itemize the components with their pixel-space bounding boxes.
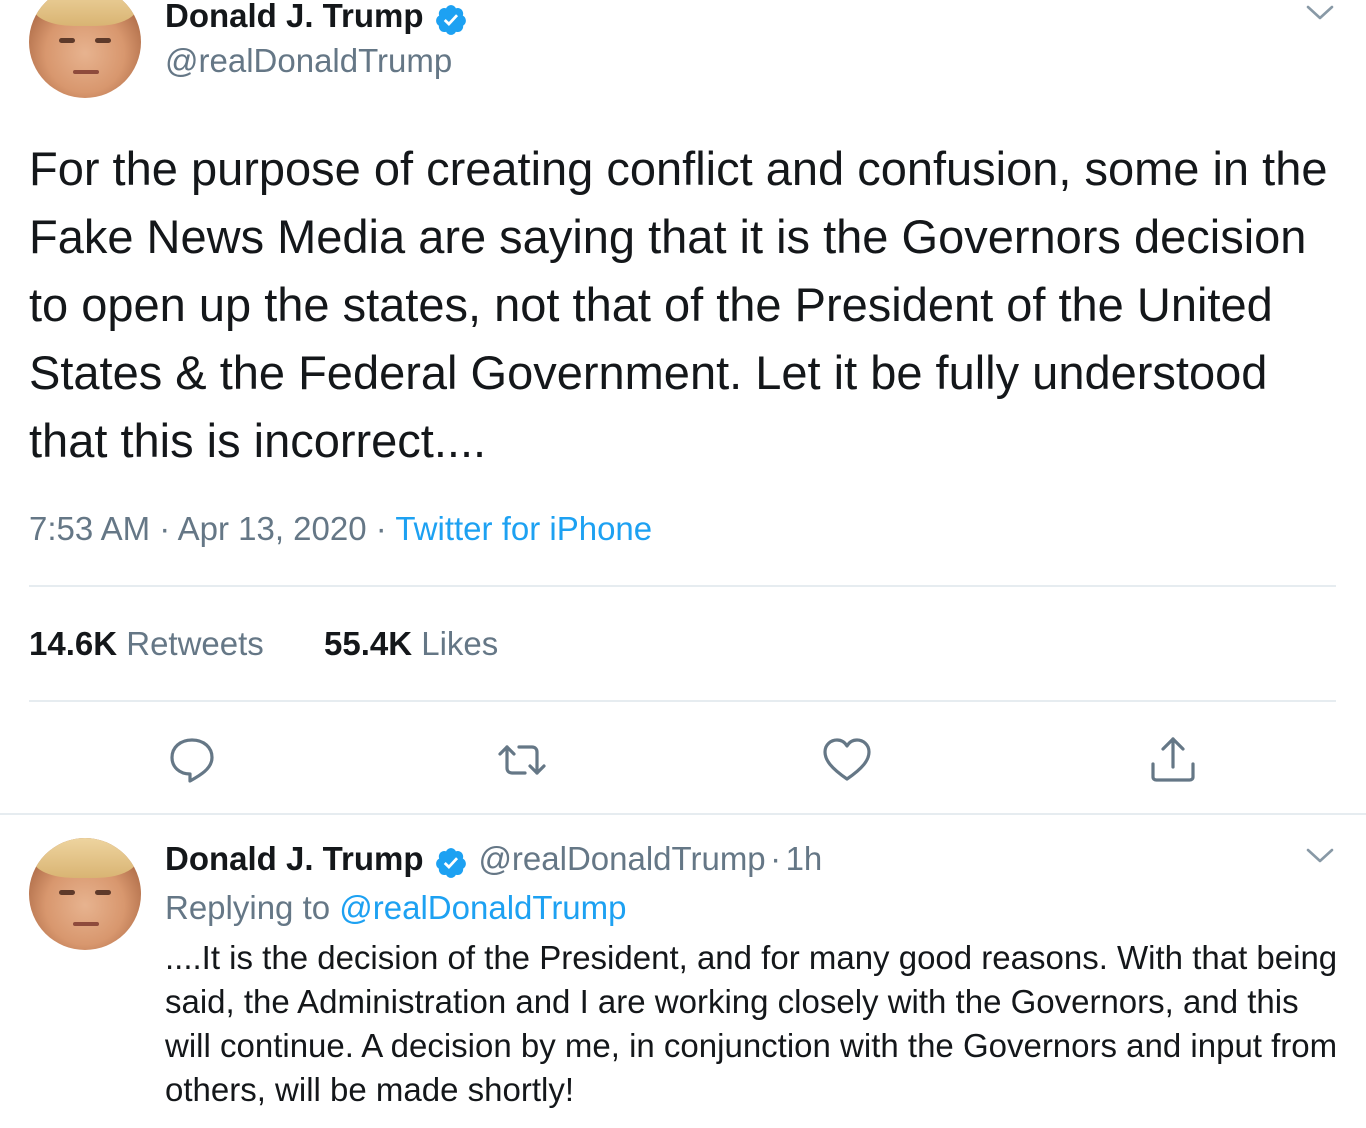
replying-to-prefix: Replying to [165, 889, 331, 926]
divider [29, 585, 1336, 587]
tweet-date[interactable]: Apr 13, 2020 [178, 510, 367, 547]
author-handle[interactable]: @realDonaldTrump [165, 42, 452, 80]
avatar-eye-left [59, 38, 75, 43]
likes-stat[interactable]: 55.4K Likes [324, 625, 498, 663]
retweets-label: Retweets [126, 625, 264, 662]
avatar[interactable] [29, 0, 141, 98]
reply-icon[interactable] [166, 734, 218, 786]
avatar-eye-left [59, 890, 75, 895]
avatar-mouth [73, 70, 99, 74]
meta-separator: · [159, 510, 171, 547]
likes-count: 55.4K [324, 625, 413, 662]
chevron-down-icon[interactable] [1305, 846, 1335, 866]
reply-time[interactable]: 1h [786, 840, 823, 877]
tweet-source-link[interactable]: Twitter for iPhone [395, 510, 652, 547]
chevron-down-icon[interactable] [1305, 3, 1335, 23]
author-name[interactable]: Donald J. Trump [165, 0, 424, 34]
reply-header: Donald J. Trump @realDonaldTrump · 1h [165, 840, 822, 880]
author-name-row[interactable]: Donald J. Trump [165, 0, 468, 37]
likes-label: Likes [421, 625, 499, 662]
tweet-time: 7:53 AM [29, 510, 151, 547]
retweet-icon[interactable] [496, 734, 548, 786]
retweets-count: 14.6K [29, 625, 118, 662]
avatar-eye-right [95, 38, 111, 43]
divider [29, 700, 1336, 702]
reply-avatar[interactable] [29, 838, 141, 950]
meta-separator: · [375, 510, 387, 547]
tweet-meta: 7:53 AM · Apr 13, 2020 · Twitter for iPh… [29, 510, 652, 548]
avatar-mouth [73, 922, 99, 926]
replying-to-link[interactable]: @realDonaldTrump [339, 889, 626, 926]
avatar-hair [33, 0, 137, 26]
meta-separator: · [770, 840, 782, 877]
verified-icon [436, 4, 466, 35]
replying-to-line: Replying to @realDonaldTrump [165, 889, 627, 927]
share-icon[interactable] [1147, 734, 1199, 786]
divider [0, 813, 1366, 815]
retweets-stat[interactable]: 14.6K Retweets [29, 625, 264, 663]
tweet-text: For the purpose of creating conflict and… [29, 142, 1328, 467]
reply-author-name[interactable]: Donald J. Trump [165, 840, 424, 877]
like-icon[interactable] [821, 734, 873, 786]
reply-text: ....It is the decision of the President,… [165, 939, 1338, 1108]
avatar-hair [33, 838, 137, 878]
avatar-eye-right [95, 890, 111, 895]
verified-icon [436, 847, 466, 878]
reply-author-handle[interactable]: @realDonaldTrump [478, 840, 765, 877]
